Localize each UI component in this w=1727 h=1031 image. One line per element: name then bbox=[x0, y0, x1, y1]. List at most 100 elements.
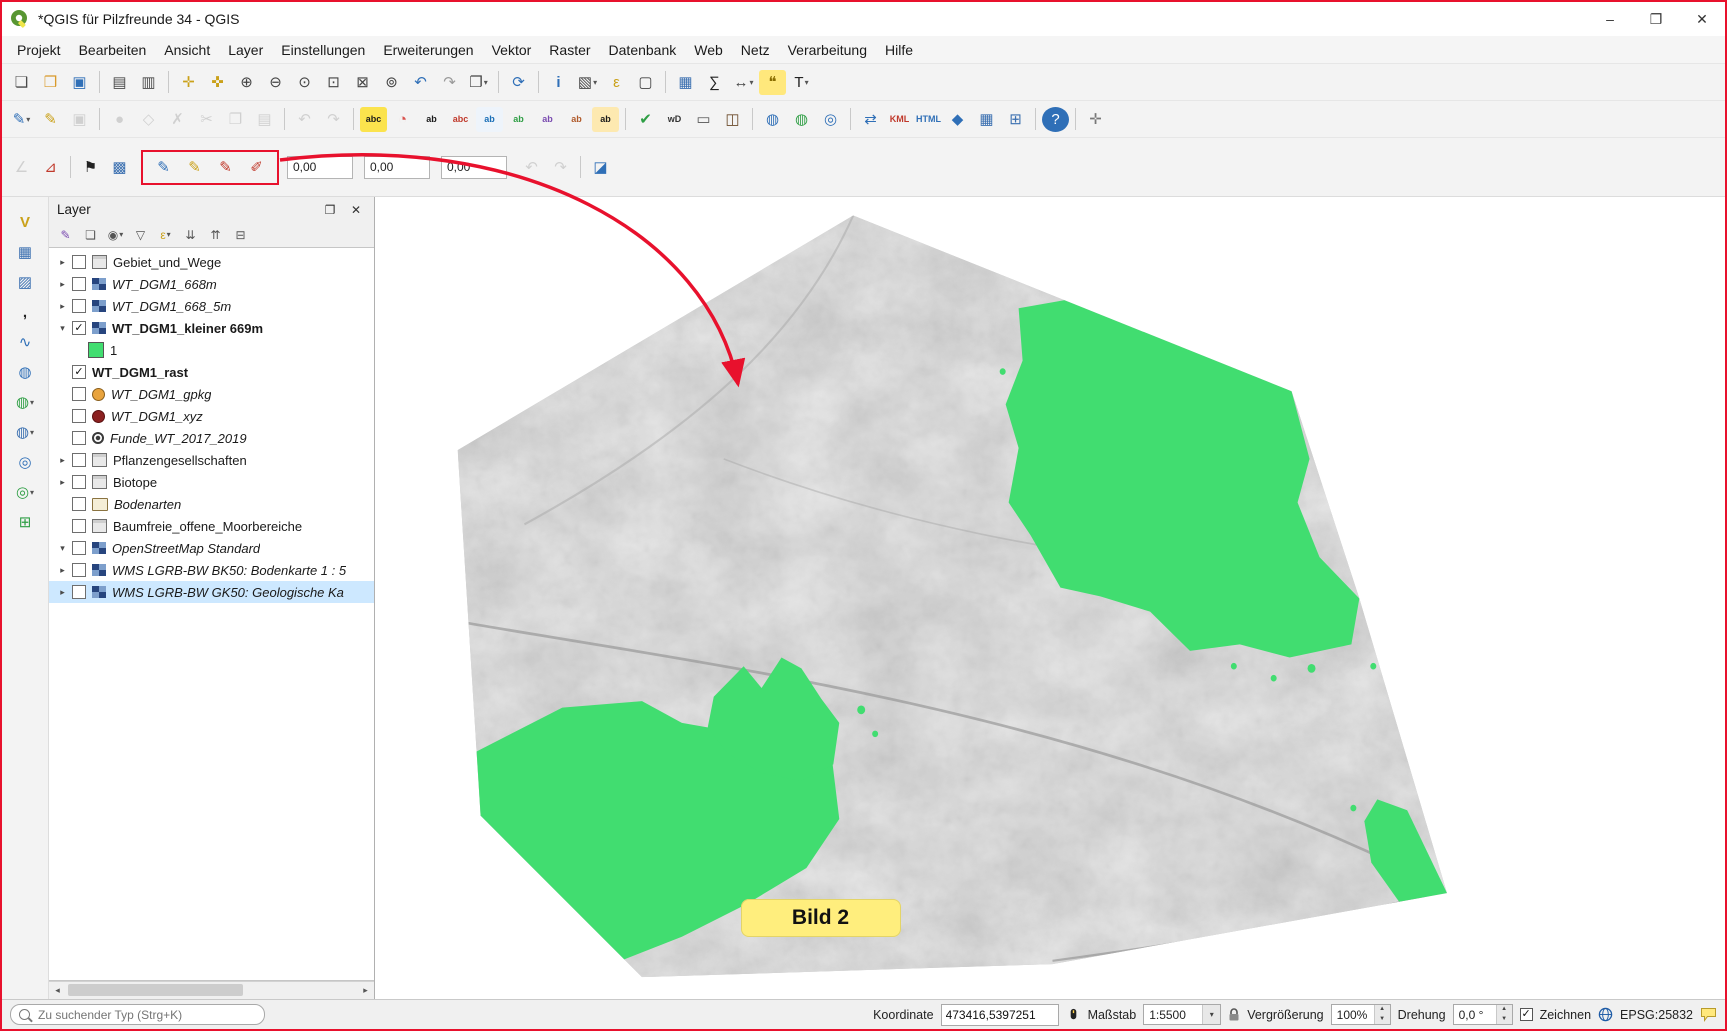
add-spatialite-layer[interactable]: ∿ bbox=[10, 329, 40, 355]
scroll-thumb[interactable] bbox=[68, 984, 243, 996]
open-layer-styling[interactable]: ✎ bbox=[54, 224, 77, 245]
menu-verarbeitung[interactable]: Verarbeitung bbox=[779, 38, 876, 62]
new-map-view-dropdown[interactable]: ▾ bbox=[484, 78, 488, 87]
menu-hilfe[interactable]: Hilfe bbox=[876, 38, 922, 62]
plot-point-tool[interactable]: ⚑ bbox=[77, 155, 104, 180]
snapping-options[interactable]: ⊿ bbox=[37, 155, 64, 180]
lock-scale-icon[interactable] bbox=[1228, 1007, 1240, 1022]
expand-arrow[interactable]: ▸ bbox=[55, 477, 70, 488]
menu-bearbeiten[interactable]: Bearbeiten bbox=[70, 38, 156, 62]
layer-visibility-checkbox[interactable] bbox=[72, 299, 86, 313]
refresh-map[interactable]: ⟳ bbox=[505, 70, 532, 95]
measure-line[interactable]: ↔ ▾ bbox=[730, 70, 757, 95]
layer-item[interactable]: 1 bbox=[49, 339, 374, 361]
new-map-view[interactable]: ❐ ▾ bbox=[465, 70, 492, 95]
layer-visibility-checkbox[interactable] bbox=[72, 585, 86, 599]
filter-by-expression-dropdown[interactable]: ▾ bbox=[167, 230, 171, 239]
filter-legend[interactable]: ▽ bbox=[129, 224, 152, 245]
zoom-native[interactable]: ⊙ bbox=[291, 70, 318, 95]
select-by-expression[interactable]: ε bbox=[603, 70, 630, 95]
close-panel-button[interactable]: ✕ bbox=[346, 201, 366, 219]
toggle-editing[interactable]: ✎ bbox=[37, 107, 64, 132]
add-xyz-layer[interactable]: ◍ ▾ bbox=[10, 419, 40, 445]
open-attribute-table[interactable]: ▦ bbox=[672, 70, 699, 95]
current-edits[interactable]: ✎ ▾ bbox=[8, 107, 35, 132]
scale-combobox[interactable]: 1:5500 ▾ bbox=[1143, 1004, 1222, 1025]
zoom-next[interactable]: ↷ bbox=[436, 70, 463, 95]
toggle-unplaced-labels[interactable]: abc bbox=[447, 107, 474, 132]
layer-item[interactable]: WT_DGM1_xyz bbox=[49, 405, 374, 427]
change-label-properties[interactable]: ab bbox=[592, 106, 619, 132]
layer-item[interactable]: ✓ WT_DGM1_rast bbox=[49, 361, 374, 383]
layer-item[interactable]: ▸ Pflanzengesellschaften bbox=[49, 449, 374, 471]
zoom-full[interactable]: ⊡ bbox=[320, 70, 347, 95]
magnifier-stepper[interactable]: ▲ ▼ bbox=[1373, 1005, 1390, 1024]
search-geodata[interactable]: ◎ bbox=[817, 107, 844, 132]
show-hide-labels[interactable]: ab bbox=[505, 107, 532, 132]
measure-line-dropdown[interactable]: ▾ bbox=[749, 78, 753, 87]
layer-item[interactable]: ▸ WMS LGRB-BW BK50: Bodenkarte 1 : 5 bbox=[49, 559, 374, 581]
layer-item[interactable]: Bodenarten bbox=[49, 493, 374, 515]
layer-visibility-checkbox[interactable] bbox=[72, 541, 86, 555]
add-mesh-layer[interactable]: ▨ bbox=[10, 269, 40, 295]
add-wms-layer[interactable]: ◍ ▾ bbox=[10, 389, 40, 415]
pixel-erase-selection-tool[interactable]: ✐ bbox=[243, 155, 270, 180]
band-value-2[interactable]: 0,00 bbox=[364, 155, 430, 179]
expand-all[interactable]: ⇊ bbox=[179, 224, 202, 245]
add-arcgis-layer[interactable]: ◎ ▾ bbox=[10, 479, 40, 505]
coordinate-input[interactable] bbox=[940, 1003, 1059, 1026]
band-value-1[interactable]: 0,00 bbox=[287, 155, 353, 179]
menu-einstellungen[interactable]: Einstellungen bbox=[272, 38, 374, 62]
scroll-right-arrow[interactable]: ▸ bbox=[357, 985, 374, 996]
menu-ansicht[interactable]: Ansicht bbox=[155, 38, 219, 62]
mouse-position-icon[interactable] bbox=[1066, 1007, 1081, 1022]
map-canvas[interactable]: Bild 2 bbox=[375, 197, 1725, 999]
layer-visibility-checkbox[interactable] bbox=[72, 277, 86, 291]
expand-arrow[interactable]: ▸ bbox=[55, 565, 70, 576]
expand-arrow[interactable]: ▸ bbox=[55, 301, 70, 312]
menu-erweiterungen[interactable]: Erweiterungen bbox=[374, 38, 482, 62]
html-tools[interactable]: HTML bbox=[915, 107, 942, 132]
scroll-left-arrow[interactable]: ◂ bbox=[49, 985, 66, 996]
deselect-features[interactable]: ▢ bbox=[632, 70, 659, 95]
menu-netz[interactable]: Netz bbox=[732, 38, 779, 62]
expand-arrow[interactable]: ▸ bbox=[55, 257, 70, 268]
metasearch-catalog[interactable]: ◍ bbox=[759, 107, 786, 132]
web-map-services[interactable]: ◍ bbox=[788, 107, 815, 132]
menu-vektor[interactable]: Vektor bbox=[483, 38, 541, 62]
layer-item[interactable]: ▸ WMS LGRB-BW GK50: Geologische Ka bbox=[49, 581, 374, 603]
add-arcgis-layer-dropdown[interactable]: ▾ bbox=[30, 488, 34, 497]
filter-by-expression[interactable]: ε ▾ bbox=[154, 224, 177, 245]
zoom-out[interactable]: ⊖ bbox=[262, 70, 289, 95]
text-annotation-dropdown[interactable]: ▾ bbox=[805, 78, 809, 87]
new-print-layout[interactable]: ▤ bbox=[106, 70, 133, 95]
render-checkbox[interactable] bbox=[1519, 1008, 1533, 1021]
statistical-summary[interactable]: ∑ bbox=[701, 70, 728, 95]
layer-diagram-options[interactable]: ◔ bbox=[389, 107, 416, 132]
manage-map-themes[interactable]: ◉ ▾ bbox=[104, 224, 127, 245]
crs-globe-icon[interactable] bbox=[1598, 1007, 1613, 1022]
layer-visibility-checkbox[interactable] bbox=[72, 255, 86, 269]
layer-visibility-checkbox[interactable] bbox=[72, 453, 86, 467]
qgis2threejs[interactable]: ◆ bbox=[944, 107, 971, 132]
add-postgis-layer[interactable]: ◍ bbox=[10, 359, 40, 385]
layer-visibility-checkbox[interactable]: ✓ bbox=[72, 321, 86, 335]
layer-visibility-checkbox[interactable] bbox=[72, 497, 86, 511]
zoom-to-layer[interactable]: ⊚ bbox=[378, 70, 405, 95]
pan-map[interactable]: ✛ bbox=[175, 70, 202, 95]
check-geometries[interactable]: ✔ bbox=[632, 107, 659, 132]
expand-arrow[interactable]: ▾ bbox=[55, 543, 70, 554]
expand-arrow[interactable]: ▸ bbox=[55, 455, 70, 466]
pin-labels[interactable]: ab bbox=[476, 106, 503, 132]
manage-map-themes-dropdown[interactable]: ▾ bbox=[119, 230, 123, 239]
add-wms-layer-dropdown[interactable]: ▾ bbox=[30, 398, 34, 407]
add-xyz-layer-dropdown[interactable]: ▾ bbox=[30, 428, 34, 437]
text-annotation[interactable]: T ▾ bbox=[788, 70, 815, 95]
layer-visibility-checkbox[interactable]: ✓ bbox=[72, 365, 86, 379]
menu-datenbank[interactable]: Datenbank bbox=[600, 38, 686, 62]
help[interactable]: ? bbox=[1042, 106, 1069, 132]
layer-visibility-checkbox[interactable] bbox=[72, 475, 86, 489]
minimize-button[interactable]: – bbox=[1587, 2, 1633, 36]
expand-arrow[interactable]: ▸ bbox=[55, 279, 70, 290]
layer-visibility-checkbox[interactable] bbox=[72, 563, 86, 577]
